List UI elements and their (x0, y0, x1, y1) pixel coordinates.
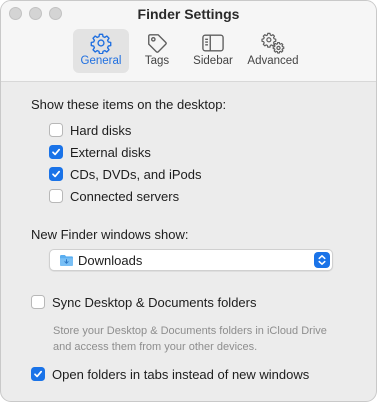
external-disks-label: External disks (70, 144, 151, 160)
tab-sidebar[interactable]: Sidebar (187, 29, 239, 73)
checkmark-icon (52, 170, 61, 178)
hard-disks-option[interactable]: Hard disks (49, 122, 131, 138)
folder-icon (60, 255, 73, 266)
open-in-tabs-label: Open folders in tabs instead of new wind… (52, 366, 310, 382)
checkmark-icon (52, 148, 61, 156)
cds-dvds-ipods-option[interactable]: CDs, DVDs, and iPods (49, 166, 202, 182)
tab-advanced-label: Advanced (247, 55, 299, 67)
checkmark-icon (34, 370, 43, 378)
gear-icon (90, 33, 112, 54)
popup-chevrons-icon (314, 252, 330, 268)
tag-icon (148, 34, 167, 53)
titlebar: Finder Settings General Tags Sidebar Adv… (1, 1, 376, 82)
sidebar-icon (202, 34, 224, 52)
tab-sidebar-label: Sidebar (193, 55, 233, 67)
desktop-items-heading: Show these items on the desktop: (31, 97, 227, 112)
sync-desktop-documents-option[interactable]: Sync Desktop & Documents folders (31, 294, 256, 310)
tab-advanced[interactable]: Advanced (244, 29, 302, 73)
open-in-tabs-option[interactable]: Open folders in tabs instead of new wind… (31, 366, 309, 382)
new-window-selected-value: Downloads (78, 253, 143, 268)
cds-dvds-ipods-checkbox[interactable] (49, 167, 63, 181)
open-in-tabs-checkbox[interactable] (31, 367, 45, 381)
tab-tags[interactable]: Tags (134, 29, 180, 73)
sync-description: Store your Desktop & Documents folders i… (53, 325, 327, 353)
tab-general-label: General (80, 55, 122, 67)
external-disks-checkbox[interactable] (49, 145, 63, 159)
new-window-heading: New Finder windows show: (31, 227, 189, 242)
connected-servers-option[interactable]: Connected servers (49, 188, 179, 204)
new-window-popup[interactable]: Downloads (49, 249, 333, 271)
connected-servers-label: Connected servers (70, 188, 180, 204)
cds-dvds-ipods-label: CDs, DVDs, and iPods (70, 166, 202, 182)
window-title: Finder Settings (137, 6, 240, 22)
gears-icon (261, 32, 285, 54)
external-disks-option[interactable]: External disks (49, 144, 151, 160)
sync-desktop-documents-checkbox[interactable] (31, 295, 45, 309)
connected-servers-checkbox[interactable] (49, 189, 63, 203)
tab-general[interactable]: General (73, 29, 129, 73)
finder-settings-window: Finder Settings General Tags Sidebar Adv… (0, 0, 377, 402)
tab-tags-label: Tags (144, 55, 170, 67)
hard-disks-checkbox[interactable] (49, 123, 63, 137)
hard-disks-label: Hard disks (70, 122, 132, 138)
sync-desktop-documents-label: Sync Desktop & Documents folders (52, 294, 257, 310)
